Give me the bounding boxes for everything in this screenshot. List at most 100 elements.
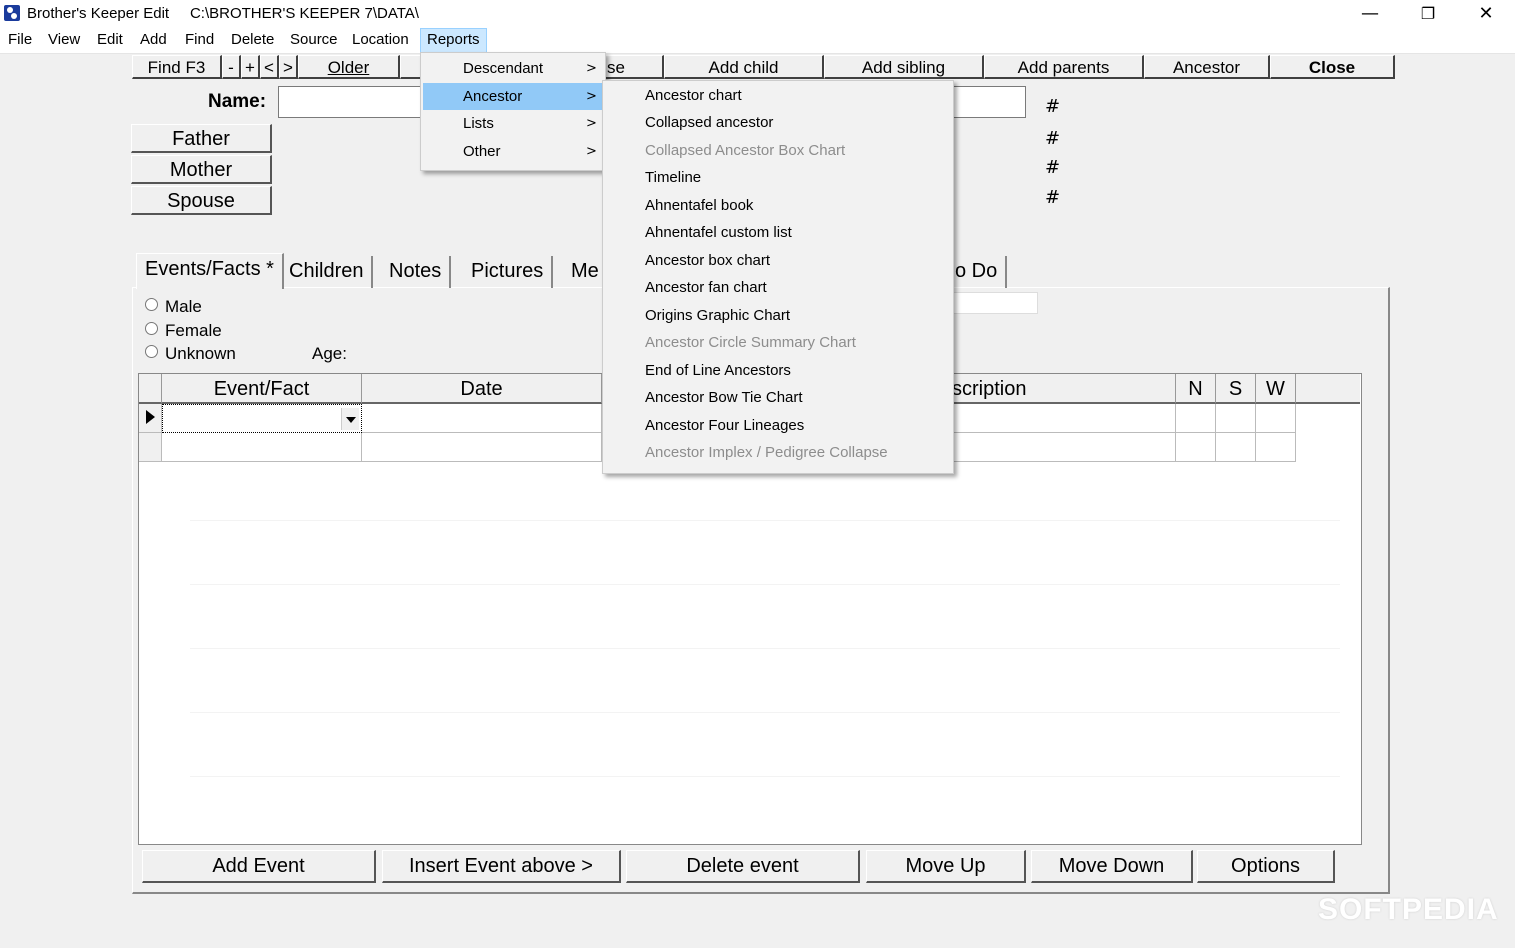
minus-button[interactable]: - bbox=[222, 55, 241, 79]
window-path: C:\BROTHER'S KEEPER 7\DATA\ bbox=[189, 5, 419, 22]
minimize-button[interactable]: — bbox=[1347, 0, 1393, 28]
event-dropdown-button[interactable] bbox=[341, 408, 359, 430]
radio-unknown[interactable]: Unknown bbox=[145, 344, 236, 364]
grid-corner bbox=[139, 374, 162, 404]
menu-item-ancestor-fan-chart[interactable]: Ancestor fan chart bbox=[645, 275, 767, 301]
close-button[interactable]: Close bbox=[1270, 55, 1395, 79]
menu-item-descendant[interactable]: Descendant bbox=[463, 56, 543, 82]
mother-button[interactable]: Mother bbox=[131, 155, 272, 184]
menu-delete[interactable]: Delete bbox=[231, 28, 274, 53]
col-event-fact[interactable]: Event/Fact bbox=[162, 374, 362, 404]
plus-button[interactable]: + bbox=[241, 55, 260, 79]
age-label: Age: bbox=[312, 344, 347, 363]
event-fact-cell[interactable] bbox=[162, 433, 362, 462]
age-field[interactable] bbox=[952, 292, 1038, 314]
tab-children[interactable]: Children bbox=[281, 256, 374, 288]
radio-male[interactable]: Male bbox=[145, 297, 202, 317]
menu-item-collapsed-ancestor[interactable]: Collapsed ancestor bbox=[645, 110, 773, 136]
delete-event-button[interactable]: Delete event bbox=[626, 850, 860, 883]
ancestor-button[interactable]: Ancestor bbox=[1144, 55, 1270, 79]
maximize-button[interactable]: ❐ bbox=[1405, 0, 1451, 28]
menu-item-collapsed-ancestor-box-chart: Collapsed Ancestor Box Chart bbox=[645, 142, 846, 159]
menu-item-ancestor-bow-tie-chart[interactable]: Ancestor Bow Tie Chart bbox=[645, 385, 803, 411]
add-parents-button[interactable]: Add parents bbox=[984, 55, 1144, 79]
menu-item-end-of-line-ancestors[interactable]: End of Line Ancestors bbox=[645, 358, 791, 384]
description-cell[interactable] bbox=[952, 404, 1176, 433]
app-icon bbox=[4, 5, 20, 21]
s-cell[interactable] bbox=[1216, 404, 1256, 433]
menu-file[interactable]: File bbox=[8, 28, 32, 53]
menu-item-ancestor-four-lineages[interactable]: Ancestor Four Lineages bbox=[645, 413, 804, 439]
menu-find[interactable]: Find bbox=[185, 28, 214, 53]
tab-to-do[interactable]: o Do bbox=[947, 256, 1008, 288]
tab-events-facts[interactable]: Events/Facts * bbox=[136, 253, 284, 289]
add-event-button[interactable]: Add Event bbox=[142, 850, 376, 883]
col-n[interactable]: N bbox=[1176, 374, 1216, 404]
move-up-button[interactable]: Move Up bbox=[866, 850, 1026, 883]
next-button[interactable]: > bbox=[279, 55, 298, 79]
record-number-1: # bbox=[1045, 96, 1061, 117]
spouse-toolbar-button[interactable]: se bbox=[602, 55, 664, 79]
toolbar-hidden-button[interactable] bbox=[400, 55, 422, 79]
tab-media[interactable]: Me bbox=[563, 256, 607, 288]
description-cell[interactable] bbox=[952, 433, 1176, 462]
row-selector-current[interactable] bbox=[139, 404, 162, 433]
grid-rule bbox=[190, 712, 1340, 713]
chevron-right-icon: > bbox=[586, 89, 597, 104]
radio-female[interactable]: Female bbox=[145, 321, 222, 341]
chevron-down-icon bbox=[346, 417, 356, 423]
add-child-button[interactable]: Add child bbox=[664, 55, 824, 79]
chevron-right-icon: > bbox=[586, 61, 597, 76]
date-cell[interactable] bbox=[362, 433, 602, 462]
tab-notes[interactable]: Notes bbox=[381, 256, 452, 288]
w-cell[interactable] bbox=[1256, 433, 1296, 462]
tab-pictures[interactable]: Pictures bbox=[463, 256, 554, 288]
date-cell[interactable] bbox=[362, 404, 602, 433]
menu-item-other[interactable]: Other bbox=[463, 139, 501, 165]
chevron-right-icon: > bbox=[586, 116, 597, 131]
options-button[interactable]: Options bbox=[1197, 850, 1335, 883]
name-label: Name: bbox=[208, 91, 267, 112]
event-fact-cell[interactable] bbox=[162, 404, 362, 433]
col-s[interactable]: S bbox=[1216, 374, 1256, 404]
prev-button[interactable]: < bbox=[260, 55, 279, 79]
grid-rule bbox=[190, 776, 1340, 777]
menu-item-origins-graphic-chart[interactable]: Origins Graphic Chart bbox=[645, 303, 790, 329]
menu-reports[interactable]: Reports bbox=[420, 28, 487, 53]
menu-view[interactable]: View bbox=[48, 28, 80, 53]
menu-edit[interactable]: Edit bbox=[97, 28, 123, 53]
menu-location[interactable]: Location bbox=[352, 28, 409, 53]
move-down-button[interactable]: Move Down bbox=[1031, 850, 1193, 883]
row-selector[interactable] bbox=[139, 433, 162, 462]
chevron-right-icon: > bbox=[586, 144, 597, 159]
father-button[interactable]: Father bbox=[131, 124, 272, 153]
col-w[interactable]: W bbox=[1256, 374, 1296, 404]
menu-bar bbox=[0, 28, 1515, 54]
col-date[interactable]: Date bbox=[362, 374, 602, 404]
grid-rule bbox=[190, 520, 1340, 521]
menu-source[interactable]: Source bbox=[290, 28, 338, 53]
find-button[interactable]: Find F3 bbox=[132, 55, 222, 79]
menu-item-ancestor-implex: Ancestor Implex / Pedigree Collapse bbox=[645, 444, 888, 461]
n-cell[interactable] bbox=[1176, 433, 1216, 462]
grid-rule bbox=[190, 648, 1340, 649]
menu-item-ahnentafel-book[interactable]: Ahnentafel book bbox=[645, 193, 753, 219]
menu-add[interactable]: Add bbox=[140, 28, 167, 53]
older-button[interactable]: Older bbox=[298, 55, 400, 79]
add-sibling-button[interactable]: Add sibling bbox=[824, 55, 984, 79]
spouse-button[interactable]: Spouse bbox=[131, 186, 272, 215]
record-number-3: # bbox=[1045, 157, 1061, 178]
menu-item-ahnentafel-custom-list[interactable]: Ahnentafel custom list bbox=[645, 220, 792, 246]
insert-event-above-button[interactable]: Insert Event above > bbox=[382, 850, 621, 883]
menu-item-ancestor[interactable]: Ancestor bbox=[463, 84, 522, 110]
col-description[interactable]: scription bbox=[952, 374, 1176, 404]
menu-item-ancestor-chart[interactable]: Ancestor chart bbox=[645, 83, 742, 109]
s-cell[interactable] bbox=[1216, 433, 1256, 462]
menu-item-timeline[interactable]: Timeline bbox=[645, 165, 701, 191]
close-window-button[interactable]: ✕ bbox=[1463, 0, 1509, 28]
n-cell[interactable] bbox=[1176, 404, 1216, 433]
col-filler bbox=[1296, 374, 1360, 404]
menu-item-ancestor-box-chart[interactable]: Ancestor box chart bbox=[645, 248, 770, 274]
menu-item-lists[interactable]: Lists bbox=[463, 111, 494, 137]
w-cell[interactable] bbox=[1256, 404, 1296, 433]
